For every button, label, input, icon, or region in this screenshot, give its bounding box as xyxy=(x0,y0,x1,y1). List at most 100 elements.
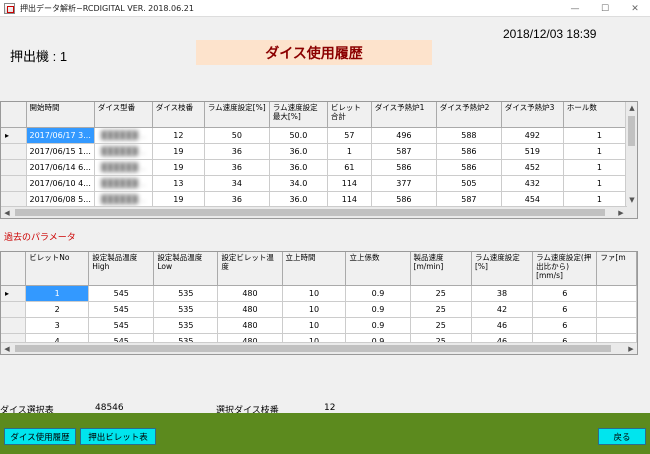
table-cell[interactable]: 480 xyxy=(217,317,283,334)
billet-table-button[interactable]: 押出ビレット表 xyxy=(80,428,156,445)
table-cell[interactable]: 586 xyxy=(436,159,502,176)
table-cell[interactable]: ██████ .. xyxy=(94,143,153,160)
params-grid[interactable]: ビレットNo 設定製品温度High 設定製品温度Low 設定ビレット温度 立上時間 立上係… xyxy=(0,251,638,355)
table-cell[interactable]: 535 xyxy=(153,301,219,318)
column-header[interactable]: 設定ビレット温度 xyxy=(217,252,283,286)
column-header[interactable]: 開始時間 xyxy=(26,102,95,128)
row-selector[interactable]: ▸ xyxy=(1,127,27,144)
table-cell[interactable]: 2017/06/17 3... xyxy=(26,127,95,144)
table-cell[interactable]: 36 xyxy=(204,159,270,176)
table-cell[interactable]: 2 xyxy=(25,301,90,318)
table-cell[interactable]: 505 xyxy=(436,175,502,192)
column-header[interactable]: ダイス予熱炉1 xyxy=(371,102,437,128)
table-cell[interactable]: 6 xyxy=(532,285,598,302)
scroll-left-icon[interactable]: ◀ xyxy=(1,207,13,218)
table-cell[interactable]: 42 xyxy=(471,301,534,318)
table-cell[interactable]: 0.9 xyxy=(345,301,411,318)
table-cell[interactable]: 114 xyxy=(327,191,372,208)
close-icon[interactable]: ✕ xyxy=(620,0,650,17)
minimize-icon[interactable]: — xyxy=(560,0,590,17)
column-header[interactable]: 設定製品温度High xyxy=(88,252,155,286)
table-cell[interactable]: 36.0 xyxy=(269,143,328,160)
table-cell[interactable]: 36 xyxy=(204,191,270,208)
table-cell[interactable]: 545 xyxy=(88,285,155,302)
table-cell[interactable]: 2017/06/10 4... xyxy=(26,175,95,192)
table-cell[interactable]: 432 xyxy=(501,175,564,192)
table-row[interactable]: 2017/06/10 4... ██████ .. 13 34 34.0 114 377 50… xyxy=(1,175,636,192)
row-selector[interactable] xyxy=(1,191,27,208)
column-header[interactable]: 立上時間 xyxy=(282,252,347,286)
table-cell[interactable]: 587 xyxy=(436,191,502,208)
table-cell[interactable]: 13 xyxy=(152,175,205,192)
table-cell[interactable]: 50 xyxy=(204,127,270,144)
table-cell[interactable]: 586 xyxy=(371,191,437,208)
table-cell[interactable]: 492 xyxy=(501,127,564,144)
scroll-up-icon[interactable]: ▲ xyxy=(626,102,637,114)
column-header[interactable]: ラム速度設定最大[%] xyxy=(269,102,328,128)
table-cell[interactable]: 114 xyxy=(327,175,372,192)
back-button[interactable]: 戻る xyxy=(598,428,646,445)
row-selector[interactable] xyxy=(1,159,27,176)
table-cell[interactable] xyxy=(596,301,637,318)
table-row[interactable]: 2017/06/15 1... ██████ .. 19 36 36.0 1 587 586 5… xyxy=(1,143,636,160)
scroll-down-icon[interactable]: ▼ xyxy=(626,194,637,206)
table-cell[interactable]: 19 xyxy=(152,191,205,208)
history-vscroll[interactable]: ▲ ▼ xyxy=(625,102,637,218)
table-cell[interactable] xyxy=(596,317,637,334)
table-cell[interactable]: 12 xyxy=(152,127,205,144)
column-header[interactable]: 製品速度[m/min] xyxy=(410,252,472,286)
column-header[interactable]: ファ[m xyxy=(596,252,637,286)
column-header[interactable]: ダイス枝番 xyxy=(152,102,205,128)
table-cell[interactable]: 50.0 xyxy=(269,127,328,144)
table-cell[interactable]: 586 xyxy=(371,159,437,176)
table-cell[interactable]: 535 xyxy=(153,285,219,302)
table-cell[interactable]: ██████ .. xyxy=(94,159,153,176)
history-hscroll[interactable]: ◀ ▶ xyxy=(1,206,627,218)
table-row[interactable]: ▸ 2017/06/17 3... ██████ .. 12 50 50.0 57 496 58… xyxy=(1,127,636,144)
table-cell[interactable]: 480 xyxy=(217,285,283,302)
table-row[interactable]: 2 545 535 480 10 0.9 25 42 6 xyxy=(1,301,637,318)
row-selector[interactable] xyxy=(1,301,27,318)
table-cell[interactable]: ██████ .. xyxy=(94,191,153,208)
table-cell[interactable]: 25 xyxy=(410,285,472,302)
die-history-button[interactable]: ダイス使用履歴 xyxy=(4,428,76,445)
table-cell[interactable]: 377 xyxy=(371,175,437,192)
row-selector[interactable] xyxy=(1,175,27,192)
maximize-icon[interactable]: ☐ xyxy=(590,0,620,17)
table-cell[interactable]: 1 xyxy=(25,285,90,302)
table-cell[interactable]: 535 xyxy=(153,317,219,334)
table-cell[interactable]: 19 xyxy=(152,143,205,160)
row-selector[interactable] xyxy=(1,143,27,160)
table-cell[interactable]: 545 xyxy=(88,301,155,318)
row-selector[interactable] xyxy=(1,317,27,334)
table-cell[interactable]: 6 xyxy=(532,301,598,318)
table-cell[interactable]: 480 xyxy=(217,301,283,318)
column-header[interactable]: ビレット合計 xyxy=(327,102,372,128)
column-header[interactable]: ラム速度設定[%] xyxy=(204,102,270,128)
column-header[interactable]: ダイス予熱炉2 xyxy=(436,102,502,128)
history-grid[interactable]: 開始時間 ダイス型番 ダイス枝番 ラム速度設定[%] ラム速度設定最大[%] ビレット合計… xyxy=(0,101,638,219)
table-cell[interactable]: 587 xyxy=(371,143,437,160)
table-cell[interactable]: 57 xyxy=(327,127,372,144)
table-cell[interactable]: 2017/06/15 1... xyxy=(26,143,95,160)
table-cell[interactable]: 10 xyxy=(282,301,347,318)
table-cell[interactable]: 0.9 xyxy=(345,285,411,302)
table-cell[interactable]: 454 xyxy=(501,191,564,208)
table-cell[interactable]: 2017/06/14 6... xyxy=(26,159,95,176)
table-row[interactable]: ▸ 1 545 535 480 10 0.9 25 38 6 xyxy=(1,285,637,302)
table-cell[interactable]: 519 xyxy=(501,143,564,160)
column-header[interactable]: ビレットNo xyxy=(25,252,90,286)
column-header[interactable]: ラム速度設定(押出比から)[mm/s] xyxy=(532,252,598,286)
table-cell[interactable]: 61 xyxy=(327,159,372,176)
table-cell[interactable]: 0.9 xyxy=(345,317,411,334)
table-cell[interactable]: 34.0 xyxy=(269,175,328,192)
table-cell[interactable]: 588 xyxy=(436,127,502,144)
column-header[interactable]: 設定製品温度Low xyxy=(153,252,219,286)
table-cell[interactable]: 10 xyxy=(282,285,347,302)
table-cell[interactable]: 496 xyxy=(371,127,437,144)
scroll-right-icon[interactable]: ▶ xyxy=(615,207,627,218)
column-header[interactable]: ラム速度設定[%] xyxy=(471,252,534,286)
table-cell[interactable]: 34 xyxy=(204,175,270,192)
table-cell[interactable] xyxy=(596,285,637,302)
column-header[interactable]: ダイス型番 xyxy=(94,102,153,128)
